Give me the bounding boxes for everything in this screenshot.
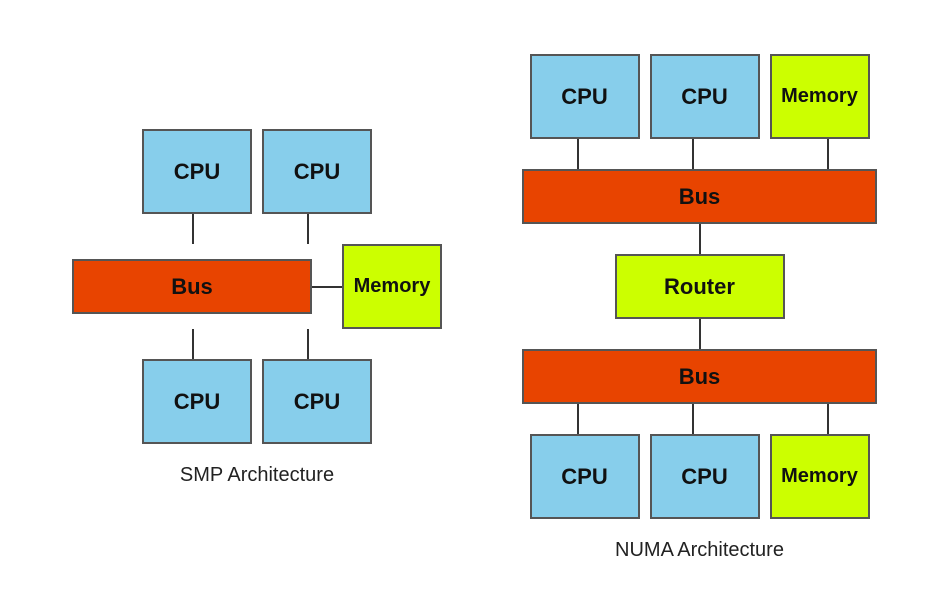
smp-cpu-1: CPU [142, 129, 252, 214]
smp-cpu-2: CPU [262, 129, 372, 214]
smp-label: SMP Architecture [180, 464, 334, 487]
numa-cpu-2: CPU [650, 54, 760, 139]
numa-top-v-connector [522, 139, 877, 169]
numa-memory-1: Memory [770, 54, 870, 139]
numa-label: NUMA Architecture [615, 539, 784, 562]
smp-top-connector [137, 214, 377, 244]
numa-router-row: Router [522, 254, 877, 319]
numa-cpu-4: CPU [650, 434, 760, 519]
numa-layout: CPU CPU Memory Bus Router [522, 54, 877, 519]
numa-bus-2: Bus [522, 349, 877, 404]
numa-cpu-1: CPU [530, 54, 640, 139]
smp-bus-mem-connector [312, 286, 342, 288]
smp-bus-row: Bus Memory [72, 244, 442, 329]
smp-bottom-cpus: CPU CPU [142, 359, 372, 444]
diagrams-container: CPU CPU Bus Memory CPU CPU SMP Architect… [0, 34, 949, 582]
smp-cpu-3: CPU [142, 359, 252, 444]
numa-router-bus2-connector [522, 319, 877, 349]
smp-memory: Memory [342, 244, 442, 329]
numa-bus-1: Bus [522, 169, 877, 224]
numa-top-cpus-mem-row: CPU CPU Memory [530, 54, 870, 139]
numa-memory-2: Memory [770, 434, 870, 519]
smp-bus: Bus [72, 259, 312, 314]
numa-bottom-cpus-mem-row: CPU CPU Memory [530, 434, 870, 519]
smp-diagram: CPU CPU Bus Memory CPU CPU SMP Architect… [72, 129, 442, 487]
numa-cpu-3: CPU [530, 434, 640, 519]
smp-layout: CPU CPU Bus Memory CPU CPU [72, 129, 442, 444]
numa-bottom-v-connector [522, 404, 877, 434]
numa-diagram: CPU CPU Memory Bus Router [522, 54, 877, 562]
smp-top-cpus: CPU CPU [142, 129, 372, 214]
smp-cpu-4: CPU [262, 359, 372, 444]
numa-bus1-router-connector [522, 224, 877, 254]
numa-router: Router [615, 254, 785, 319]
smp-bottom-connector [137, 329, 377, 359]
